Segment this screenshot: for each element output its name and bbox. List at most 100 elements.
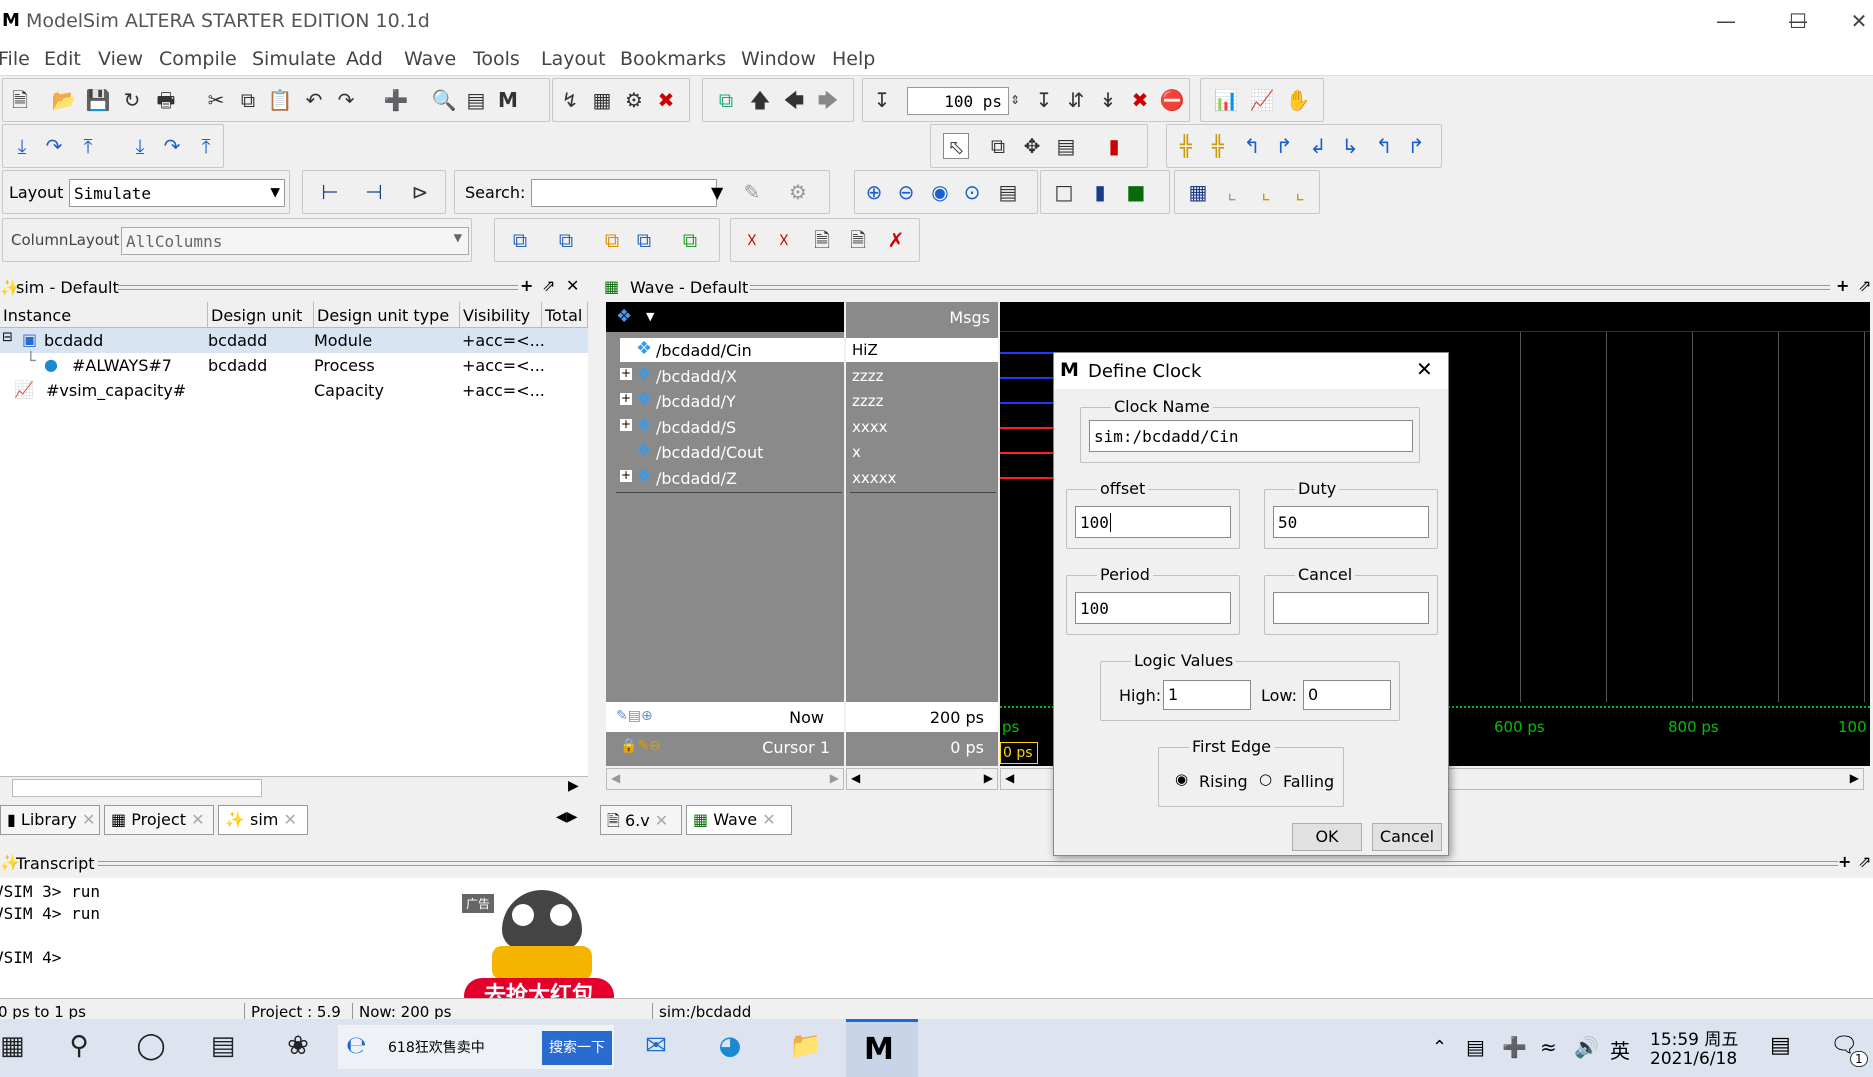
tab-wave[interactable]: ▦ Wave ✕ xyxy=(686,805,792,835)
tab-library[interactable]: ▮ Library ✕ xyxy=(0,805,100,835)
app-pinwheel-icon[interactable]: ❀ xyxy=(280,1031,316,1061)
menu-compile[interactable]: Compile xyxy=(159,48,237,70)
search-input[interactable] xyxy=(531,179,717,207)
expand-2-icon[interactable]: ⌞ xyxy=(1219,179,1245,205)
layout-select[interactable]: Simulate ▼ xyxy=(69,179,285,207)
tab-sim[interactable]: ✨ sim ✕ xyxy=(218,805,308,835)
delete-2-icon[interactable]: ☓ xyxy=(771,227,797,253)
spin-icon[interactable]: ⇕ xyxy=(1007,87,1023,113)
page-2-icon[interactable]: 🗎 xyxy=(845,227,871,253)
edge-icon[interactable]: ◕ xyxy=(710,1031,750,1061)
pane-dock-icon[interactable]: + xyxy=(1836,276,1849,295)
stop-icon[interactable]: ⛔ xyxy=(1159,87,1185,113)
signal-row[interactable]: + ❖/bcdadd/X xyxy=(606,364,844,388)
new-file-icon[interactable]: 🗎 xyxy=(7,87,33,113)
run-all-icon[interactable]: ↡ xyxy=(1095,87,1121,113)
break-icon[interactable]: ✖ xyxy=(653,87,679,113)
edge-next-icon[interactable]: ╬ xyxy=(1205,133,1231,159)
pan-mode-icon[interactable]: ✥ xyxy=(1019,133,1045,159)
tray-app-icon[interactable]: ▤ xyxy=(1466,1035,1485,1059)
tab-close-icon[interactable]: ✕ xyxy=(762,810,775,829)
find-binoculars-icon[interactable]: 🔍 xyxy=(431,87,457,113)
table-row[interactable]: 📈 #vsim_capacity# Capacity +acc=<... xyxy=(0,378,588,403)
dialog-close-icon[interactable]: ✕ xyxy=(1416,357,1433,381)
edit-mode-icon[interactable]: ▤ xyxy=(1053,133,1079,159)
copy-env-icon[interactable]: ⧉ xyxy=(713,87,739,113)
file-explorer-icon[interactable]: 📁 xyxy=(786,1031,826,1061)
scroll-right-icon[interactable]: ▶ xyxy=(830,771,839,785)
add-circle-icon[interactable]: ➕ xyxy=(383,87,409,113)
signal-row[interactable]: + ❖/bcdadd/Z xyxy=(606,466,844,490)
zoom-cursor-icon[interactable]: ⊙ xyxy=(959,179,985,205)
signal-row[interactable]: ❖/bcdadd/Cin xyxy=(606,338,844,362)
ok-button[interactable]: OK xyxy=(1292,823,1362,851)
pane-grip[interactable] xyxy=(750,285,1830,290)
object-3-icon[interactable]: ⧉ xyxy=(599,227,625,253)
menu-tools[interactable]: Tools xyxy=(473,48,520,70)
wifi-icon[interactable]: ≈ xyxy=(1540,1035,1557,1059)
edge-prev-icon[interactable]: ╬ xyxy=(1173,133,1199,159)
mail-icon[interactable]: ✉ xyxy=(636,1031,676,1061)
maximize-button[interactable]: ☐ xyxy=(1778,6,1818,36)
menu-edit[interactable]: Edit xyxy=(44,48,81,70)
clock-time[interactable]: 15:59 周五 xyxy=(1650,1025,1738,1050)
menu-window[interactable]: Window xyxy=(741,48,816,70)
col-design-unit[interactable]: Design unit xyxy=(208,302,314,328)
scroll-right-icon[interactable]: ▶ xyxy=(1850,771,1859,785)
edge-6-icon[interactable]: ↱ xyxy=(1403,133,1429,159)
edge-2-icon[interactable]: ↱ xyxy=(1271,133,1297,159)
structure-icon[interactable]: ▤ xyxy=(463,87,489,113)
task-view-icon[interactable]: ▤ xyxy=(208,1031,238,1061)
step-out-icon[interactable]: ⤒ xyxy=(75,133,101,159)
run-length-input[interactable]: 100 ps xyxy=(907,87,1009,115)
transcript-console[interactable]: VSIM 3> run VSIM 4> run VSIM 4> xyxy=(0,878,1873,998)
expand-3-icon[interactable]: ⌞ xyxy=(1253,179,1279,205)
object-1-icon[interactable]: ⧉ xyxy=(507,227,533,253)
rising-radio[interactable]: ◉ xyxy=(1175,770,1188,788)
undo-icon[interactable]: ↶ xyxy=(301,87,327,113)
ime-indicator[interactable]: 英 xyxy=(1610,1035,1630,1064)
pane-grip[interactable] xyxy=(118,285,518,290)
step-out-2-icon[interactable]: ⤒ xyxy=(193,133,219,159)
delete-1-icon[interactable]: ☓ xyxy=(739,227,765,253)
step-over-2-icon[interactable]: ↷ xyxy=(159,133,185,159)
expand-icon[interactable]: + xyxy=(620,469,632,482)
expand-icon[interactable]: + xyxy=(620,367,632,380)
minimize-button-2[interactable]: — xyxy=(1706,6,1746,36)
scroll-thumb[interactable] xyxy=(12,779,262,797)
object-5-icon[interactable]: ⧉ xyxy=(677,227,703,253)
clock-name-input[interactable]: sim:/bcdadd/Cin xyxy=(1089,420,1413,452)
zoom-out-icon[interactable]: ⊖ xyxy=(893,179,919,205)
sim-hscrollbar[interactable]: ▶ xyxy=(0,776,588,798)
browser-search-button[interactable]: 搜索一下 xyxy=(542,1031,612,1065)
signal-row[interactable]: + ❖/bcdadd/S xyxy=(606,415,844,439)
zoom-area-icon[interactable]: ▤ xyxy=(995,179,1021,205)
table-row[interactable]: └ ● #ALWAYS#7 bcdadd Process +acc=<... xyxy=(0,351,588,378)
lock-cursor-icon[interactable]: ⊳ xyxy=(407,179,433,205)
col-design-unit-type[interactable]: Design unit type xyxy=(314,302,460,328)
col-instance[interactable]: Instance xyxy=(0,302,208,328)
edge-4-icon[interactable]: ↳ xyxy=(1337,133,1363,159)
falling-radio[interactable]: ○ xyxy=(1259,770,1272,788)
browser-search-widget[interactable]: ℮ 618狂欢售卖中 搜索一下 xyxy=(338,1025,614,1069)
restart-icon[interactable]: ↧ xyxy=(869,87,895,113)
cursor-icons[interactable]: 🔒✎⊖ xyxy=(620,738,661,754)
pane-undock-icon[interactable]: ⇗ xyxy=(542,276,555,295)
menu-wave[interactable]: Wave xyxy=(404,48,456,70)
zoom-mode-icon[interactable]: ⧉ xyxy=(985,133,1011,159)
hand-icon[interactable]: ✋ xyxy=(1285,87,1311,113)
wave-2-icon[interactable]: ▮ xyxy=(1087,179,1113,205)
table-row[interactable]: ⊟ ▣ bcdadd bcdadd Module +acc=<... xyxy=(0,328,588,353)
zoom-full-icon[interactable]: ◉ xyxy=(927,179,953,205)
signal-tool-icon[interactable]: ❖ xyxy=(616,306,632,327)
step-into-icon[interactable]: ⤓ xyxy=(9,133,35,159)
signal-row[interactable]: ❖/bcdadd/Cout xyxy=(606,440,844,464)
search-options-icon[interactable]: ⚙ xyxy=(785,179,811,205)
up-arrow-icon[interactable]: 🡅 xyxy=(747,87,773,113)
duty-input[interactable]: 50 xyxy=(1273,506,1429,538)
menu-help[interactable]: Help xyxy=(832,48,875,70)
expand-icon[interactable]: + xyxy=(620,392,632,405)
performance-icon[interactable]: 📊 xyxy=(1213,87,1239,113)
volume-icon[interactable]: 🔊 xyxy=(1574,1035,1599,1059)
redo-icon[interactable]: ↷ xyxy=(333,87,359,113)
